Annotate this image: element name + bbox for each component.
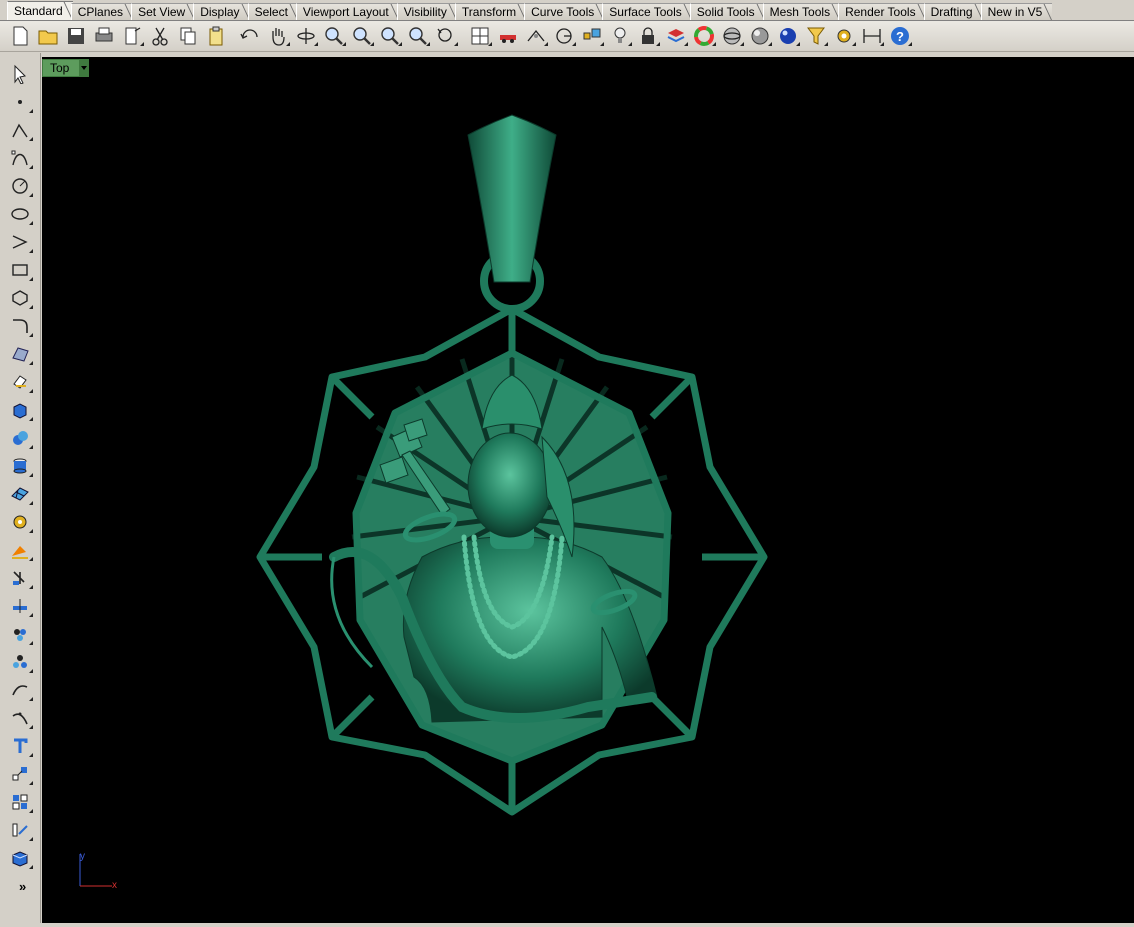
tab-mesh-tools[interactable]: Mesh Tools bbox=[762, 3, 841, 20]
scale-icon[interactable] bbox=[7, 761, 33, 787]
rendered-sphere-icon[interactable] bbox=[774, 23, 802, 49]
curve-icon[interactable] bbox=[7, 145, 33, 171]
tab-select[interactable]: Select bbox=[247, 3, 298, 20]
undo-icon[interactable] bbox=[236, 23, 264, 49]
zoom-icon[interactable] bbox=[320, 23, 348, 49]
boolean-icon[interactable] bbox=[7, 425, 33, 451]
surface-icon[interactable] bbox=[7, 341, 33, 367]
tab-cplanes[interactable]: CPlanes bbox=[70, 3, 134, 20]
osnap-icon[interactable] bbox=[550, 23, 578, 49]
svg-text:?: ? bbox=[896, 29, 904, 44]
polyline-icon[interactable] bbox=[7, 117, 33, 143]
text-icon[interactable] bbox=[7, 733, 33, 759]
array-icon[interactable] bbox=[7, 649, 33, 675]
status-strip bbox=[0, 923, 1134, 927]
copy-icon[interactable] bbox=[174, 23, 202, 49]
tab-curve-tools[interactable]: Curve Tools bbox=[524, 3, 605, 20]
help-icon[interactable]: ? bbox=[886, 23, 914, 49]
dimension-icon[interactable] bbox=[858, 23, 886, 49]
point-icon[interactable] bbox=[7, 89, 33, 115]
edit-point-icon[interactable] bbox=[7, 705, 33, 731]
ellipse-icon[interactable] bbox=[7, 201, 33, 227]
dimension-side-icon[interactable] bbox=[7, 817, 33, 843]
tab-display[interactable]: Display bbox=[193, 3, 250, 20]
car-icon[interactable] bbox=[494, 23, 522, 49]
print-icon[interactable] bbox=[90, 23, 118, 49]
save-icon[interactable] bbox=[62, 23, 90, 49]
zoom-extents-icon[interactable] bbox=[376, 23, 404, 49]
shaded-sphere-icon[interactable] bbox=[746, 23, 774, 49]
cut-icon[interactable] bbox=[146, 23, 174, 49]
new-file-icon[interactable] bbox=[6, 23, 34, 49]
axis-indicator bbox=[79, 854, 112, 887]
box-icon[interactable] bbox=[7, 397, 33, 423]
mesh-icon[interactable] bbox=[7, 481, 33, 507]
polygon-icon[interactable] bbox=[7, 285, 33, 311]
four-viewports-icon[interactable] bbox=[466, 23, 494, 49]
arrange-icon[interactable] bbox=[7, 789, 33, 815]
solid-edit-icon[interactable] bbox=[7, 509, 33, 535]
fillet-curve-icon[interactable] bbox=[7, 313, 33, 339]
trim-icon[interactable] bbox=[7, 565, 33, 591]
main-side-toolbar: » bbox=[0, 53, 41, 927]
tab-standard[interactable]: Standard bbox=[7, 1, 73, 20]
more-tools-chevron-icon[interactable]: » bbox=[19, 879, 26, 894]
grid-snap-icon[interactable] bbox=[522, 23, 550, 49]
extrude-icon[interactable] bbox=[7, 369, 33, 395]
rebuild-icon[interactable] bbox=[7, 677, 33, 703]
pan-hand-icon[interactable] bbox=[264, 23, 292, 49]
options-gear-icon[interactable] bbox=[830, 23, 858, 49]
undo-view-icon[interactable] bbox=[432, 23, 460, 49]
color-wheel-icon[interactable] bbox=[690, 23, 718, 49]
wireframe-sphere-icon[interactable] bbox=[718, 23, 746, 49]
tab-render-tools[interactable]: Render Tools bbox=[838, 3, 926, 20]
group-icon[interactable] bbox=[7, 621, 33, 647]
axis-y-label: y bbox=[80, 851, 85, 862]
zoom-window-icon[interactable] bbox=[348, 23, 376, 49]
figure-face bbox=[467, 432, 553, 538]
standard-toolbar: ? bbox=[0, 21, 1134, 52]
properties-icon[interactable] bbox=[578, 23, 606, 49]
explode-icon[interactable] bbox=[7, 537, 33, 563]
rotate-view-icon[interactable] bbox=[292, 23, 320, 49]
light-icon[interactable] bbox=[606, 23, 634, 49]
paste-icon[interactable] bbox=[202, 23, 230, 49]
tab-visibility[interactable]: Visibility bbox=[396, 3, 457, 20]
bail bbox=[467, 114, 557, 283]
layer-icon[interactable] bbox=[662, 23, 690, 49]
axis-x-label: x bbox=[112, 880, 117, 891]
pendant-model bbox=[256, 114, 768, 816]
tab-solid-tools[interactable]: Solid Tools bbox=[689, 3, 765, 20]
tab-viewport-layout[interactable]: Viewport Layout bbox=[295, 3, 399, 20]
open-folder-icon[interactable] bbox=[34, 23, 62, 49]
select-filter-icon[interactable] bbox=[802, 23, 830, 49]
toolbar-tabstrip: Standard CPlanes Set View Display Select View… bbox=[0, 0, 1134, 21]
circle-icon[interactable] bbox=[7, 173, 33, 199]
arc-icon[interactable] bbox=[7, 229, 33, 255]
split-icon[interactable] bbox=[7, 593, 33, 619]
tab-set-view[interactable]: Set View bbox=[131, 3, 196, 20]
rectangle-icon[interactable] bbox=[7, 257, 33, 283]
cylinder-icon[interactable] bbox=[7, 453, 33, 479]
render-side-icon[interactable] bbox=[7, 845, 33, 871]
lock-icon[interactable] bbox=[634, 23, 662, 49]
tab-surface-tools[interactable]: Surface Tools bbox=[602, 3, 692, 20]
select-arrow-icon[interactable] bbox=[7, 61, 33, 87]
tab-new-in-v5[interactable]: New in V5 bbox=[980, 3, 1053, 20]
import-icon[interactable] bbox=[118, 23, 146, 49]
tab-drafting[interactable]: Drafting bbox=[923, 3, 983, 20]
tab-transform[interactable]: Transform bbox=[454, 3, 527, 20]
top-viewport[interactable]: Top y x bbox=[42, 57, 1134, 923]
zoom-selected-icon[interactable] bbox=[404, 23, 432, 49]
